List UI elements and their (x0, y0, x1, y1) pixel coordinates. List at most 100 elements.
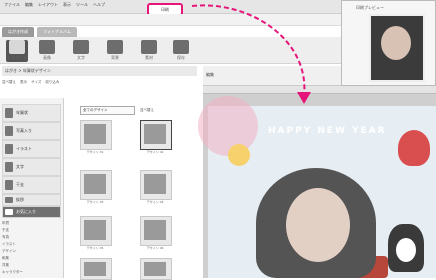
text-icon (5, 162, 13, 172)
sidebar-item-label: 年賀状 (16, 110, 28, 115)
thumbnail-label: デザイン 06 (146, 246, 164, 250)
ruler (203, 86, 436, 94)
category-tree: 年賀 干支 写真 イラスト デザイン 和風 洋風 キャラクター (2, 220, 60, 276)
sidebar-item-label: お気に入り (16, 209, 36, 214)
material-icon (141, 40, 157, 54)
preview-title: 印刷プレビュー (356, 5, 384, 10)
flower-ornament (228, 144, 250, 166)
menu-item-layout[interactable]: レイアウト (38, 2, 58, 8)
tree-item[interactable]: 和風 (2, 255, 60, 262)
category-sidebar: 年賀状 写真入り イラスト 文字 干支 挨拶 お気に入り 年賀 干支 写真 イラ… (0, 98, 64, 278)
thumbnail-label: デザイン 02 (146, 150, 164, 154)
tree-item[interactable]: 写真 (2, 234, 60, 241)
control-sort[interactable]: 並べ替え (2, 80, 16, 85)
sidebar-item-active[interactable]: お気に入り (2, 206, 61, 218)
baby-face (286, 188, 350, 262)
banner-text: HAPPY NEW YEAR (268, 126, 387, 136)
tool-label: レイアウト (7, 55, 27, 60)
text-icon (73, 40, 89, 54)
menu-item-view[interactable]: 表示 (63, 2, 71, 8)
design-filter-select[interactable]: 全てのデザイン (80, 106, 135, 115)
menu-item-help[interactable]: ヘルプ (93, 2, 105, 8)
sidebar-item-label: イラスト (16, 146, 32, 151)
tool-label: 画像 (43, 55, 51, 60)
background-icon (107, 40, 123, 54)
preview-baby-face (381, 26, 411, 60)
icon-bar: レイアウト 画像 文字 背景 素材 保存 (0, 37, 345, 64)
print-preview-window: 印刷プレビュー (341, 0, 436, 86)
thumbnail[interactable] (80, 216, 112, 246)
thumbnail-label: デザイン 05 (86, 246, 104, 250)
sidebar-item-label: 写真入り (16, 128, 32, 133)
control-filter[interactable]: 絞り込み (45, 80, 59, 85)
tree-item[interactable]: デザイン (2, 248, 60, 255)
tool-label: 文字 (77, 55, 85, 60)
sidebar-item[interactable]: イラスト (2, 140, 61, 158)
tool-label: 背景 (111, 55, 119, 60)
thumbnail[interactable] (80, 258, 112, 280)
text-tool-button[interactable]: 文字 (70, 40, 92, 62)
tree-item[interactable]: キャラクター (2, 269, 60, 276)
thumbnail-label: デザイン 04 (146, 200, 164, 204)
new-year-card[interactable]: HAPPY NEW YEAR (198, 96, 436, 278)
material-tool-button[interactable]: 素材 (138, 40, 160, 62)
tree-item[interactable]: 洋風 (2, 262, 60, 269)
control-view[interactable]: 表示 (20, 80, 27, 85)
thumbnail-selected[interactable] (140, 120, 172, 150)
zodiac-icon (5, 180, 13, 190)
control-size[interactable]: サイズ (31, 80, 41, 85)
edit-panel-title: 編集 (206, 72, 214, 77)
sidebar-item-label: 文字 (16, 164, 24, 169)
thumbnail[interactable] (80, 170, 112, 200)
thumbnail-label: デザイン 01 (86, 150, 104, 154)
thumbnail-image (144, 124, 166, 144)
sidebar-item[interactable]: 年賀状 (2, 104, 61, 122)
star-icon (5, 209, 13, 215)
preview-photo (369, 14, 425, 82)
tree-item[interactable]: イラスト (2, 241, 60, 248)
thumbnail-image (144, 174, 166, 194)
menu-item-file[interactable]: ファイル (4, 2, 20, 8)
layout-tool-button[interactable]: レイアウト (6, 40, 28, 62)
save-tool-button[interactable]: 保存 (170, 40, 192, 62)
save-icon (173, 40, 189, 54)
thumbnail-image (84, 220, 106, 240)
tabs-row: はがき作成 フォトアルバム (2, 27, 342, 37)
tab-hagaki[interactable]: はがき作成 (2, 27, 34, 37)
photo-icon (5, 126, 13, 136)
illust-icon (5, 144, 13, 154)
greeting-icon (5, 197, 13, 203)
control-row: 並べ替え 表示 サイズ 絞り込み (2, 78, 197, 86)
thumbnail-image (84, 262, 106, 276)
image-tool-button[interactable]: 画像 (36, 40, 58, 62)
tree-item[interactable]: 干支 (2, 227, 60, 234)
background-tool-button[interactable]: 背景 (104, 40, 126, 62)
sidebar-item-label: 挨拶 (16, 197, 24, 202)
design-thumbnails: デザイン 01 デザイン 02 デザイン 03 デザイン 04 デザイン 05 … (66, 98, 202, 280)
menu-item-tool[interactable]: ツール (76, 2, 88, 8)
menu-row: ファイル 編集 レイアウト 表示 ツール ヘルプ (4, 2, 105, 8)
sidebar-item-label: 干支 (16, 182, 24, 187)
card-icon (5, 108, 13, 118)
sidebar-item[interactable]: 写真入り (2, 122, 61, 140)
sidebar-item[interactable]: 干支 (2, 176, 61, 194)
thumbnail[interactable] (80, 120, 112, 150)
thumbnail[interactable] (140, 258, 172, 280)
thumbnail[interactable] (140, 170, 172, 200)
thumbnail[interactable] (140, 216, 172, 246)
print-button-label: 印刷 (161, 6, 169, 12)
sidebar-item[interactable]: 挨拶 (2, 194, 61, 206)
menu-item-edit[interactable]: 編集 (25, 2, 33, 8)
thumbnail-image (84, 174, 106, 194)
thumbnail-label: デザイン 03 (86, 200, 104, 204)
sidebar-item[interactable]: 文字 (2, 158, 61, 176)
image-icon (39, 40, 55, 54)
tab-photoalbum[interactable]: フォトアルバム (37, 27, 77, 37)
penguin-belly (396, 238, 416, 262)
breadcrumb: はがき > 年賀状デザイン (2, 66, 197, 76)
thumbnail-image (144, 220, 166, 240)
tree-item[interactable]: 年賀 (2, 220, 60, 227)
tool-label: 保存 (177, 55, 185, 60)
sort-select[interactable]: 並べ替え (140, 106, 170, 115)
flower-ornament (198, 96, 258, 156)
